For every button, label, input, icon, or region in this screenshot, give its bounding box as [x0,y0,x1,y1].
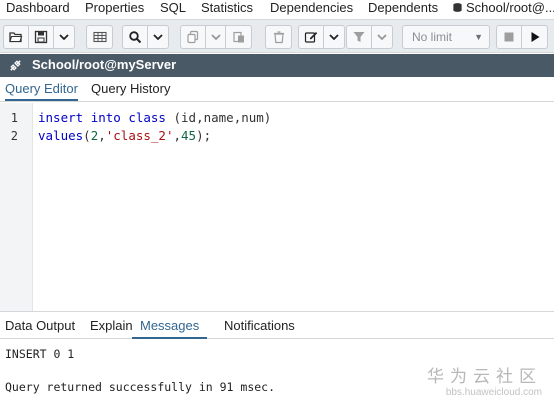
edit-button[interactable] [299,26,324,48]
sql-keyword: into [90,110,121,125]
tab-properties[interactable]: Properties [85,0,144,15]
sql-keyword: insert [38,110,84,125]
tab-notifications[interactable]: Notifications [224,312,295,339]
edit-mode-button-group [298,25,345,49]
sql-keyword: values [38,128,84,143]
tab-sql[interactable]: SQL [160,0,186,15]
watermark-main: 华为云社区 [427,367,542,387]
connection-title: School/root@myServer [32,57,177,72]
message-line: Query returned successfully in 91 msec. [5,380,276,394]
filter-button-group [346,25,393,49]
edit-options-dropdown[interactable] [324,26,344,48]
line-number: 2 [10,129,18,143]
file-button-group [3,25,75,49]
chevron-down-icon [59,34,69,41]
filter-options-dropdown[interactable] [372,26,392,48]
chevron-down-icon [153,34,163,41]
tab-query-tool-label: School/root@... [466,0,554,15]
copy-options-dropdown[interactable] [206,26,226,48]
caret-down-icon: ▼ [474,32,483,42]
watermark-sub: bbs.huaweicloud.com [445,387,542,398]
tab-statistics[interactable]: Statistics [201,0,253,15]
chevron-down-icon [210,34,221,41]
line-number-gutter: 1 2 [0,103,33,311]
stop-icon [504,32,514,42]
view-grid-button[interactable] [87,26,112,48]
sql-punct: ); [196,128,212,143]
line-number: 1 [10,111,18,125]
save-options-dropdown[interactable] [54,26,74,48]
trash-icon [273,31,284,44]
sql-punct: , [98,128,106,143]
connection-bar[interactable]: School/root@myServer [0,54,554,77]
database-icon [453,3,462,12]
execute-button[interactable] [522,26,547,48]
watermark: 华为云社区 bbs.huaweicloud.com [427,362,542,398]
copy-icon [187,30,199,44]
grid-icon [92,31,107,43]
save-button[interactable] [29,26,54,48]
tab-query-tool[interactable]: School/root@... [452,0,554,15]
code-line-2: values(2,'class_2',45); [38,128,211,143]
sql-keyword: class [128,110,166,125]
paste-icon [232,31,244,43]
editor-tab-bar: Query Editor Query History [0,77,554,102]
chevron-down-icon [377,34,387,41]
sql-column-list: (id,name,num) [165,110,272,125]
top-tab-bar: Dashboard Properties SQL Statistics Depe… [0,0,554,17]
copy-button[interactable] [181,26,206,48]
row-limit-value: No limit [412,30,453,44]
search-icon [129,31,142,44]
code-line-1: insert into class (id,name,num) [38,110,271,125]
query-toolbar: No limit ▼ [0,19,554,53]
connection-plug-icon [10,60,21,71]
tab-dashboard[interactable]: Dashboard [6,0,70,15]
sql-number: 45 [181,128,197,143]
delete-button[interactable] [266,26,291,48]
folder-open-icon [9,32,23,43]
find-options-dropdown[interactable] [148,26,168,48]
tab-dependencies[interactable]: Dependencies [270,0,353,15]
save-icon [34,30,48,44]
grid-button-group [86,25,113,49]
delete-button-group [265,25,292,49]
tab-messages[interactable]: Messages [132,312,208,339]
stop-button[interactable] [497,26,522,48]
find-button-group [122,25,169,49]
result-tab-bar: Data Output Explain Messages Notificatio… [0,311,554,339]
paste-button[interactable] [226,26,251,48]
tab-data-output[interactable]: Data Output [5,312,75,339]
execute-button-group [496,25,548,49]
tab-query-editor[interactable]: Query Editor [5,77,78,101]
sql-punct: , [173,128,182,143]
tab-explain[interactable]: Explain [90,312,133,339]
filter-icon [353,32,365,42]
tab-query-history[interactable]: Query History [91,77,170,101]
sql-editor[interactable]: 1 2 insert into class (id,name,num) valu… [0,103,554,311]
row-limit-select[interactable]: No limit ▼ [402,25,490,49]
open-file-button[interactable] [4,26,29,48]
chevron-down-icon [329,34,339,41]
sql-string: 'class_2' [105,128,174,143]
filter-button[interactable] [347,26,372,48]
message-line: INSERT 0 1 [5,347,75,361]
find-button[interactable] [123,26,148,48]
edit-button-group [180,25,252,49]
tab-dependents[interactable]: Dependents [368,0,438,15]
pencil-icon [304,32,318,43]
play-icon [531,32,539,42]
sql-punct: ( [83,128,91,143]
